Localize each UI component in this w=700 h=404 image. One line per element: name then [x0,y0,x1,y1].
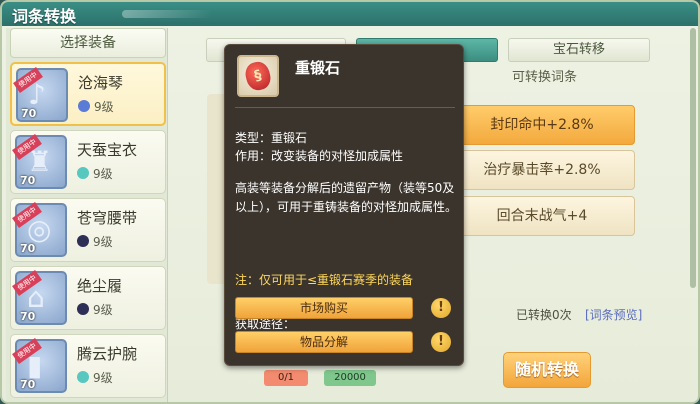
gem-icon [77,303,89,315]
equipment-name: 天蚕宝衣 [77,141,138,159]
tooltip-description: 高装等装备分解后的遗留产物（装等50及以上），可用于重铸装备的对怪加成属性。 [235,181,458,214]
market-buy-button[interactable]: 市场购买 [235,297,413,319]
boots-icon: ⌂ 使用中 70 [12,270,67,325]
armor-icon: ♜ 使用中 70 [12,134,67,189]
equipment-item-3[interactable]: ◎ 使用中 70 苍穹腰带 9级 [10,198,166,262]
equipment-panel: 选择装备 ♪ 使用中 70 沧海琴 9级 ♜ 使用中 70 天蚕宝衣 9级 ◎ [6,28,168,402]
equipment-name: 沧海琴 [78,74,124,92]
exclamation-icon[interactable]: ! [431,332,451,352]
tooltip-divider [235,107,455,108]
exclamation-icon[interactable]: ! [431,298,451,318]
gem-icon [77,371,89,383]
item-level: 70 [21,107,37,120]
conversion-count: 已转换0次 [516,308,572,322]
equipment-level: 9级 [93,235,113,249]
material-cost: 0/1 [264,370,308,386]
equipment-level: 9级 [93,167,113,181]
title-decoration [122,10,212,18]
bracer-icon: ▮ 使用中 70 [12,338,67,393]
equipment-item-2[interactable]: ♜ 使用中 70 天蚕宝衣 9级 [10,130,166,194]
gem-icon [78,100,90,112]
money-cost: 20000 [324,370,376,386]
equipment-name: 苍穹腰带 [77,209,138,227]
equipment-item-4[interactable]: ⌂ 使用中 70 绝尘履 9级 [10,266,166,330]
lute-icon: ♪ 使用中 70 [13,67,68,122]
equipment-item-5[interactable]: ▮ 使用中 70 腾云护腕 9级 [10,334,166,398]
item-level: 70 [20,174,36,187]
section-title: 可转换词条 [512,70,578,85]
random-convert-button[interactable]: 随机转换 [503,352,591,388]
equipment-item-1[interactable]: ♪ 使用中 70 沧海琴 9级 [10,62,166,126]
tooltip-note: 注：仅可用于≤重锻石赛季的装备 [235,273,414,287]
scrollbar[interactable] [690,28,696,288]
item-level: 70 [20,242,36,255]
tooltip-effect: 作用：改变装备的对怪加成属性 [235,149,404,163]
attribute-preview-link[interactable]: [词条预览] [585,306,642,323]
title-bar: 词条转换 [2,2,698,26]
equipment-name: 绝尘履 [77,277,123,295]
window-frame: 词条转换 选择装备 ♪ 使用中 70 沧海琴 9级 ♜ 使用中 70 天蚕宝衣 … [0,0,700,404]
item-level: 70 [20,378,36,391]
gem-icon [77,167,89,179]
tooltip-item-name: 重锻石 [295,59,341,77]
item-tooltip: § 重锻石 类型：重锻石 作用：改变装备的对怪加成属性 高装等装备分解后的遗留产… [224,44,464,366]
equipment-name: 腾云护腕 [77,345,138,363]
select-equipment-header: 选择装备 [10,28,166,58]
gem-icon [77,235,89,247]
item-decompose-button[interactable]: 物品分解 [235,331,413,353]
tooltip-type: 类型：重锻石 [235,131,308,145]
equipment-level: 9级 [93,303,113,317]
attribute-option-2[interactable]: 治疗暴击率+2.8% [449,150,635,190]
attribute-option-1[interactable]: 封印命中+2.8% [449,105,635,145]
equipment-level: 9级 [93,371,113,385]
item-level: 70 [20,310,36,323]
reforge-stone-icon: § [237,55,279,97]
belt-icon: ◎ 使用中 70 [12,202,67,257]
window-title: 词条转换 [12,7,77,26]
equipment-level: 9级 [94,100,114,114]
tab-gem-transfer[interactable]: 宝石转移 [508,38,650,62]
attribute-option-3[interactable]: 回合末战气+4 [449,196,635,236]
